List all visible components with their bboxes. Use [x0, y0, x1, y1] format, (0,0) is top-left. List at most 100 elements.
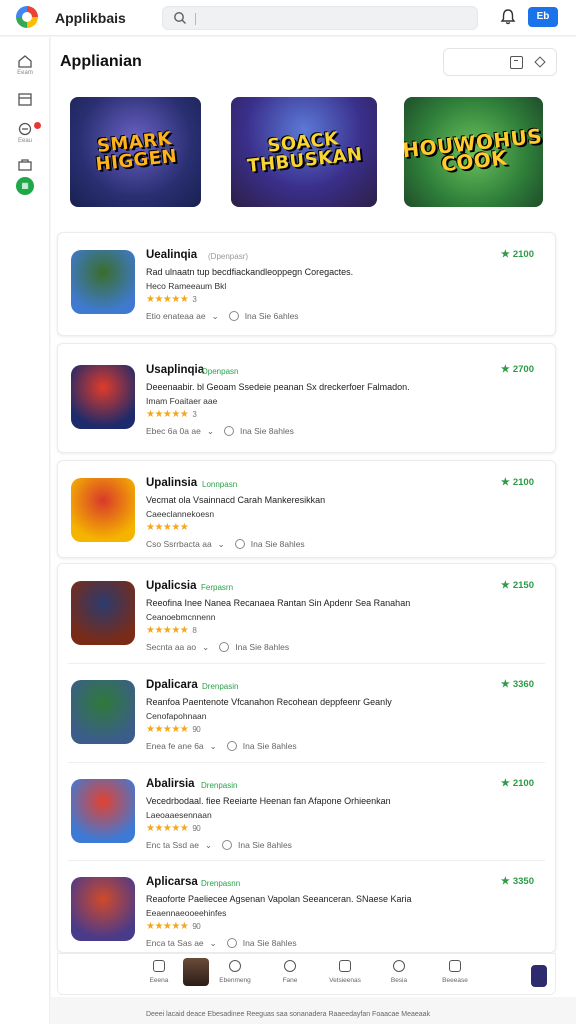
- divider: [68, 663, 545, 664]
- app-name[interactable]: Usaplinqia: [146, 364, 204, 376]
- rail-item-bag[interactable]: [0, 158, 50, 171]
- rail-item-home[interactable]: Eeam: [0, 55, 50, 76]
- layout-toggle-icon[interactable]: [510, 56, 523, 69]
- rating-stars: ★★★★★: [146, 522, 189, 533]
- divider: [68, 762, 545, 763]
- nav-item-explore[interactable]: Ebenmeng: [210, 960, 260, 984]
- list-item[interactable]: Upalinsia Lonnpasn ★ 2100 Vecmat ola Vsai…: [58, 461, 546, 561]
- app-name[interactable]: Upalicsia: [146, 580, 197, 592]
- list-item[interactable]: Upalicsia Ferpasrn ★ 2150 Reeofina Inee N…: [58, 564, 546, 664]
- app-thumbnail[interactable]: [71, 877, 135, 941]
- meta-left: Secnta aa ao: [146, 642, 197, 652]
- rail-item-inbox[interactable]: [0, 93, 50, 106]
- app-meta: Enca ta Sas ae ⌄ Ina Sie 8ahles: [146, 938, 297, 949]
- rail-item-apps[interactable]: ▦: [0, 177, 50, 195]
- chevron-down-icon[interactable]: ⌄: [212, 311, 219, 321]
- nav-item-label: Beeease: [442, 977, 468, 984]
- nav-item-library[interactable]: Eeena: [134, 960, 184, 984]
- chevron-down-icon[interactable]: ⌄: [202, 642, 209, 652]
- app-subtitle: Cenofapohnaan: [146, 711, 207, 721]
- meta-left: Ebec 6a 0a ae: [146, 426, 201, 436]
- chevron-down-icon[interactable]: ⌄: [210, 741, 217, 751]
- app-name[interactable]: Aplicarsa: [146, 876, 198, 888]
- app-name[interactable]: Upalinsia: [146, 477, 197, 489]
- image-icon: [449, 960, 461, 972]
- footer-text: Deeei lacaid deace Ebesadinee Reeguas sa…: [145, 1011, 431, 1018]
- list-item[interactable]: Dpalicara Drenpasin ★ 3360 Reanfoa Paente…: [58, 663, 546, 763]
- star-icon: ★: [500, 580, 510, 591]
- app-name[interactable]: Dpalicara: [146, 679, 198, 691]
- filter-icon[interactable]: [534, 56, 546, 68]
- list-item[interactable]: Abalirsia Drenpasin ★ 2100 Vecedrbodaal. …: [58, 762, 546, 862]
- chevron-down-icon[interactable]: ⌄: [207, 426, 214, 436]
- clock-icon: [234, 539, 245, 549]
- app-meta: Enc ta Ssd ae ⌄ Ina Sie 8ahles: [146, 840, 292, 851]
- app-score: ★ 2100: [501, 249, 534, 260]
- notification-bell-icon[interactable]: [499, 8, 517, 26]
- app-name[interactable]: Abalirsia: [146, 778, 195, 790]
- rating-stars: ★★★★★ 3: [146, 409, 197, 420]
- chevron-down-icon[interactable]: ⌄: [205, 840, 212, 850]
- nav-item-list[interactable]: Vetsieenas: [320, 960, 370, 984]
- star-icon: ★: [500, 477, 510, 488]
- app-title: Applikbais: [55, 10, 126, 26]
- rating-count: 8: [192, 626, 197, 635]
- app-description: Reanfoa Paentenote Vfcanahon Recohean de…: [146, 697, 392, 707]
- app-thumbnail[interactable]: [71, 365, 135, 429]
- chevron-down-icon[interactable]: ⌄: [210, 938, 217, 948]
- chevron-down-icon[interactable]: ⌄: [218, 539, 225, 549]
- app-logo-icon[interactable]: [16, 6, 38, 28]
- app-thumbnail[interactable]: [71, 680, 135, 744]
- app-tag: Drenpasin: [201, 781, 238, 790]
- score-value: 2700: [512, 364, 534, 375]
- search-input[interactable]: [162, 6, 478, 30]
- view-toolbar: [443, 48, 557, 76]
- top-action-button[interactable]: Eb: [528, 7, 558, 27]
- banner-title: SMARK HIGGEN: [94, 128, 179, 176]
- page-title: Applianian: [60, 53, 142, 70]
- app-score: ★ 3360: [501, 679, 534, 690]
- meta-right: Ina Sie 8ahles: [242, 741, 297, 751]
- app-thumbnail[interactable]: [71, 581, 135, 645]
- list-icon: [339, 960, 351, 972]
- star-icon: ★: [500, 876, 510, 887]
- search-icon: [174, 12, 187, 25]
- score-value: 2100: [512, 249, 534, 260]
- nav-item-image[interactable]: Beeease: [430, 960, 480, 984]
- app-tag: Drenpasin: [202, 682, 239, 691]
- rating-stars: ★★★★★ 3: [146, 294, 197, 305]
- star-icon: ★: [500, 364, 510, 375]
- divider: [68, 860, 545, 861]
- bag-icon: [18, 159, 32, 171]
- meta-right: Ina Sie 8ahles: [238, 840, 292, 850]
- nav-item-label: Vetsieenas: [329, 977, 361, 984]
- featured-banner[interactable]: SMARK HIGGEN: [70, 97, 201, 207]
- score-value: 3350: [512, 876, 534, 887]
- list-item[interactable]: Usaplinqia Dpenpasn ★ 2700 Deeenaabir. bl…: [58, 348, 546, 448]
- nav-item-group[interactable]: Besia: [374, 960, 424, 984]
- avatar[interactable]: [183, 958, 209, 986]
- app-card: Usaplinqia Dpenpasn ★ 2700 Deeenaabir. bl…: [57, 343, 556, 453]
- app-meta: Cso Ssrrbacta aa ⌄ Ina Sie 8ahles: [146, 539, 305, 550]
- list-item[interactable]: Aplicarsa Drenpasnn ★ 3350 Reaoforte Pael…: [58, 860, 546, 960]
- star-icon: ★: [500, 249, 510, 260]
- app-tag: Ferpasrn: [201, 583, 234, 592]
- meta-left: Cso Ssrrbacta aa: [146, 539, 212, 549]
- app-thumbnail[interactable]: [71, 779, 135, 843]
- nav-item-label: Eeena: [149, 977, 169, 984]
- app-name[interactable]: Uealinqia: [146, 249, 197, 261]
- nav-item-label: Besia: [390, 977, 408, 984]
- featured-banner[interactable]: SOACK THBUSKAN: [231, 97, 377, 207]
- app-thumbnail[interactable]: [71, 250, 135, 314]
- app-thumbnail[interactable]: [71, 478, 135, 542]
- rail-item-activity[interactable]: Eeau: [0, 122, 50, 144]
- nav-item-fun[interactable]: Fane: [265, 960, 315, 984]
- nav-item-label: Fane: [282, 977, 298, 984]
- featured-banner[interactable]: HOUWOHUS COOK: [404, 97, 543, 207]
- meta-right: Ina Sie 8ahles: [250, 539, 305, 549]
- app-subtitle: Laeoaaesennaan: [146, 810, 212, 820]
- list-item[interactable]: Uealinqia (Dpenpasr) ★ 2100 Rad ulnaatn t…: [58, 233, 546, 333]
- app-subtitle: Caeeclannekoesn: [146, 509, 215, 519]
- profile-avatar[interactable]: [531, 965, 547, 987]
- star-icon: ★: [500, 778, 510, 789]
